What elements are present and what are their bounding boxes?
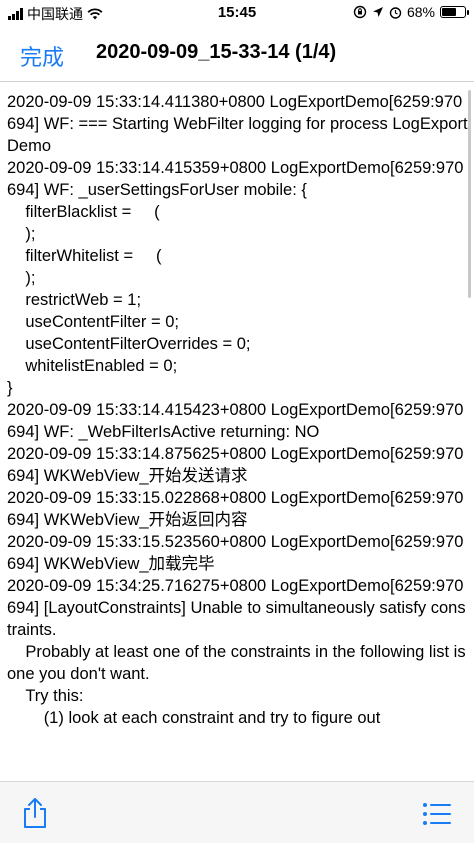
log-line: } [7,379,13,397]
alarm-icon [389,6,402,19]
log-line: filterBlacklist = ( [7,203,160,221]
battery-icon [440,6,469,18]
log-line: 2020-09-09 15:33:15.523560+0800 LogExpor… [7,533,464,573]
location-icon [372,7,383,17]
log-line: whitelistEnabled = 0; [7,357,178,375]
log-line: (1) look at each constraint and try to f… [7,709,381,727]
battery-percent: 68% [406,4,435,20]
log-line: 2020-09-09 15:33:14.415423+0800 LogExpor… [7,401,464,441]
list-icon[interactable] [422,802,452,826]
log-line: 2020-09-09 15:33:14.875625+0800 LogExpor… [7,445,464,485]
scroll-indicator[interactable] [468,90,471,298]
log-line: Try this: [7,687,84,705]
rotation-lock-icon [353,5,367,19]
status-right: 68% [353,4,469,20]
nav-bar: 完成 2020-09-09_15-33-14 (1/4) [0,26,474,82]
done-button[interactable]: 完成 [20,40,64,72]
log-line: 2020-09-09 15:33:14.411380+0800 LogExpor… [7,93,468,155]
log-text-view[interactable]: 2020-09-09 15:33:14.411380+0800 LogExpor… [7,91,469,781]
log-line: ); [7,269,36,287]
log-line: 2020-09-09 15:33:15.022868+0800 LogExpor… [7,489,464,529]
status-bar: 中国联通 15:45 68% [0,0,474,26]
log-line: ); [7,225,36,243]
log-line: 2020-09-09 15:34:25.716275+0800 LogExpor… [7,577,466,639]
log-line: 2020-09-09 15:33:14.415359+0800 LogExpor… [7,159,464,199]
log-line: filterWhitelist = ( [7,247,162,265]
log-line: Probably at least one of the constraints… [7,643,466,683]
log-line: useContentFilter = 0; [7,313,179,331]
log-line: useContentFilterOverrides = 0; [7,335,251,353]
battery-fill [442,8,457,16]
share-icon[interactable] [20,797,50,829]
page-title: 2020-09-09_15-33-14 (1/4) [96,41,337,63]
bottom-toolbar [0,781,474,843]
log-line: restrictWeb = 1; [7,291,142,309]
